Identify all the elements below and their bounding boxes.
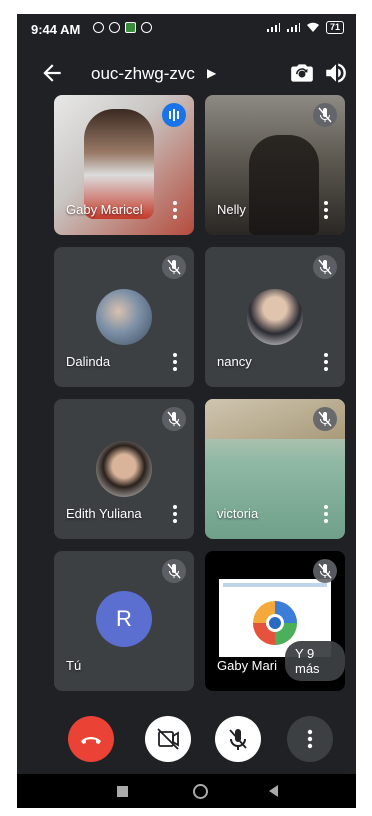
participant-tile[interactable]: victoria (205, 399, 345, 539)
participant-name: Nelly (217, 202, 246, 217)
status-bar: 9:44 AM 71 (17, 14, 356, 46)
participant-tile[interactable]: Gaby Maricel (54, 95, 194, 235)
more-vert-icon[interactable] (170, 201, 180, 219)
system-nav-bar (17, 774, 356, 808)
participant-tile[interactable]: Edith Yuliana (54, 399, 194, 539)
notification-icons (93, 22, 152, 33)
participant-name: nancy (217, 354, 252, 369)
participant-name: Gaby Mari (217, 658, 277, 673)
avatar-initial: R (96, 591, 152, 647)
app-icon (125, 22, 136, 33)
participant-name: victoria (217, 506, 259, 521)
more-vert-icon[interactable] (170, 353, 180, 371)
participant-tile[interactable]: nancy (205, 247, 345, 387)
participant-tile[interactable]: Gaby Mari Y 9 más (205, 551, 345, 691)
avatar (96, 441, 152, 497)
participant-tile[interactable]: Nelly (205, 95, 345, 235)
mic-off-icon (162, 255, 186, 279)
camera-off-icon (157, 728, 179, 750)
status-right: 71 (266, 21, 344, 34)
battery-indicator: 71 (325, 21, 344, 34)
switch-camera-icon[interactable] (289, 60, 315, 86)
more-participants-button[interactable]: Y 9 más (285, 641, 345, 681)
alarm-icon (93, 22, 104, 33)
whatsapp-icon (109, 22, 120, 33)
meeting-top-bar: ouc-zhwg-zvc ▶ (17, 54, 356, 94)
end-call-icon (81, 737, 101, 744)
mic-off-icon (162, 407, 186, 431)
signal-icon-2 (286, 23, 300, 32)
more-vert-icon (307, 729, 313, 749)
participant-name: Gaby Maricel (66, 202, 143, 217)
more-vert-icon[interactable] (321, 201, 331, 219)
mic-off-icon (313, 407, 337, 431)
wifi-icon (306, 22, 319, 32)
more-vert-icon[interactable] (321, 505, 331, 523)
phone-screen: 9:44 AM 71 ouc-zhwg-zvc ▶ Gaby Maricel N… (17, 14, 356, 808)
speaking-indicator (162, 103, 186, 127)
participant-video (249, 135, 319, 235)
avatar (96, 289, 152, 345)
signal-icon (266, 23, 280, 32)
back-arrow-icon[interactable] (39, 60, 65, 86)
more-vert-icon[interactable] (170, 505, 180, 523)
meet-icon (141, 22, 152, 33)
mic-off-icon (162, 559, 186, 583)
end-call-button[interactable] (68, 716, 114, 762)
mic-off-icon (313, 103, 337, 127)
mic-off-icon (313, 559, 337, 583)
participant-name: Edith Yuliana (66, 506, 142, 521)
mic-toggle-button[interactable] (215, 716, 261, 762)
participant-tile[interactable]: Dalinda (54, 247, 194, 387)
status-time: 9:44 AM (31, 22, 81, 37)
participant-name: Dalinda (66, 354, 111, 369)
recents-icon[interactable] (117, 786, 128, 797)
participant-tile-self[interactable]: R Tú (54, 551, 194, 691)
meeting-code[interactable]: ouc-zhwg-zvc (91, 64, 195, 84)
camera-toggle-button[interactable] (145, 716, 191, 762)
more-vert-icon[interactable] (321, 353, 331, 371)
caret-right-icon[interactable]: ▶ (207, 66, 216, 80)
speaker-icon[interactable] (323, 60, 349, 86)
back-icon[interactable] (269, 785, 278, 797)
home-icon[interactable] (193, 784, 208, 799)
mic-off-icon (313, 255, 337, 279)
more-options-button[interactable] (287, 716, 333, 762)
avatar (247, 289, 303, 345)
mic-off-icon (229, 729, 247, 750)
participant-name: Tú (66, 658, 82, 673)
